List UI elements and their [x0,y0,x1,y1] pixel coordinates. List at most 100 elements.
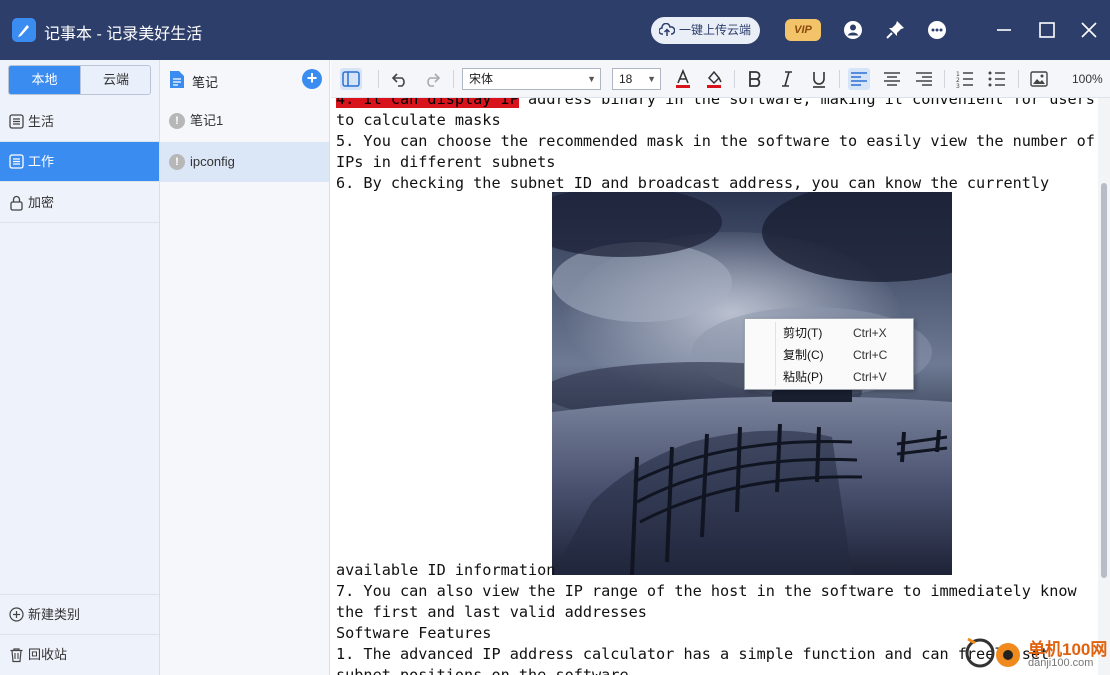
context-menu: 剪切(T) Ctrl+X 复制(C) Ctrl+C 粘贴(P) Ctrl+V [744,318,914,390]
storage-tabs: 本地 云端 [8,65,151,95]
tab-local[interactable]: 本地 [9,66,80,94]
font-size-value: 18 [619,72,633,86]
menu-item-paste[interactable]: 粘贴(P) Ctrl+V [745,366,913,388]
notes-header: 笔记 + [160,60,330,100]
menu-item-copy[interactable]: 复制(C) Ctrl+C [745,344,913,366]
text-line: 7. You can also view the IP range of the… [336,582,1077,600]
category-label: 生活 [28,114,55,129]
document-icon [170,71,184,88]
maximize-icon[interactable] [1035,18,1059,42]
watermark-logo-icon [965,637,1020,668]
category-encrypted[interactable]: 加密 [0,183,159,223]
text-line: Software Features [336,624,492,642]
category-label: 加密 [28,195,55,210]
warning-icon: ! [169,113,185,129]
list-icon [9,154,24,169]
close-icon[interactable] [1077,18,1101,42]
new-category-label: 新建类别 [28,607,81,622]
text-line: 5. You can choose the recommended mask i… [336,132,1095,150]
chevron-down-icon: ▼ [587,74,596,84]
note-content[interactable]: 4. It can display IP address binary in t… [331,98,1098,675]
watermark-url: danji100.com [1028,657,1094,669]
menu-item-cut[interactable]: 剪切(T) Ctrl+X [745,322,913,344]
text-line: 4. It can display IP address binary in t… [336,98,1095,108]
notes-header-title: 笔记 [192,75,219,90]
menu-item-label: 剪切(T) [783,326,823,340]
highlighted-text: 4. It can display IP [336,98,519,108]
category-label: 工作 [28,154,55,169]
category-work[interactable]: 工作 [0,142,159,182]
lock-icon [10,195,23,211]
menu-item-shortcut: Ctrl+V [853,370,887,384]
insert-image-icon[interactable] [1028,68,1050,90]
toolbar-divider [839,70,840,88]
user-icon[interactable] [842,19,864,41]
add-note-button[interactable]: + [302,69,322,89]
font-family-select[interactable]: 宋体 ▼ [462,68,601,90]
minimize-icon[interactable] [992,18,1016,42]
more-icon[interactable] [926,19,948,41]
italic-icon[interactable] [776,68,798,90]
title-bar: 记事本 - 记录美好生活 一键上传云端 VIP [0,0,1110,60]
editor-panel: 宋体 ▼ 18 ▼ 123 100% 4. It can display IP … [331,60,1110,675]
category-life[interactable]: 生活 [0,102,159,142]
list-icon [9,114,24,129]
text-line: subnet positions on the software [336,666,629,675]
toolbar-divider [944,70,945,88]
new-category-button[interactable]: 新建类别 [0,594,159,634]
warning-icon: ! [169,154,185,170]
recycle-bin-button[interactable]: 回收站 [0,634,159,674]
numbered-list-icon[interactable]: 123 [954,68,976,90]
menu-item-shortcut: Ctrl+X [853,326,887,340]
upload-cloud-button[interactable]: 一键上传云端 [651,17,760,44]
scrollbar-thumb[interactable] [1101,183,1107,578]
highlight-color-icon[interactable] [703,68,725,90]
svg-text:3: 3 [956,83,960,90]
app-logo-icon [12,18,36,42]
text-line: to calculate masks [336,111,501,129]
chevron-down-icon: ▼ [647,74,656,84]
upload-label: 一键上传云端 [679,23,752,37]
note-item[interactable]: ! ipconfig [160,142,329,182]
format-toolbar: 宋体 ▼ 18 ▼ 123 100% [331,60,1110,98]
note-title: 笔记1 [190,113,224,128]
text-line: 1. The advanced IP address calculator ha… [336,645,1050,663]
bold-icon[interactable] [744,68,766,90]
toolbar-divider [1018,70,1019,88]
cloud-upload-icon [659,23,675,36]
toolbar-divider [453,70,454,88]
text-fragment: address binary in the software, making i… [528,98,1095,108]
underline-icon[interactable] [808,68,830,90]
vip-badge[interactable]: VIP [785,19,821,41]
note-item[interactable]: ! 笔记1 [160,101,329,141]
text-line: available ID information [336,561,556,579]
redo-icon[interactable] [421,68,443,90]
align-right-icon[interactable] [913,68,935,90]
app-title: 记事本 - 记录美好生活 [44,26,203,43]
menu-item-label: 复制(C) [783,348,824,362]
plus-circle-icon [9,607,24,622]
pin-icon[interactable] [884,19,906,41]
recycle-bin-label: 回收站 [28,647,68,662]
align-left-icon[interactable] [848,68,870,90]
align-center-icon[interactable] [881,68,903,90]
text-line: IPs in different subnets [336,153,556,171]
toolbar-divider [734,70,735,88]
bullet-list-icon[interactable] [986,68,1008,90]
text-line: 6. By checking the subnet ID and broadca… [336,174,1050,192]
note-title: ipconfig [190,154,235,169]
toolbar-divider [378,70,379,88]
font-color-icon[interactable] [672,68,694,90]
vertical-scrollbar[interactable] [1098,98,1110,675]
site-watermark: 单机100网 danji100.com [960,633,1110,675]
font-size-select[interactable]: 18 ▼ [612,68,661,90]
tab-cloud[interactable]: 云端 [80,66,150,94]
menu-item-label: 粘贴(P) [783,370,823,384]
trash-icon [10,648,23,663]
category-sidebar: 本地 云端 生活 工作 加密 新建类别 回收站 [0,60,160,675]
font-family-value: 宋体 [469,72,494,86]
text-line: the first and last valid addresses [336,603,647,621]
sidebar-toggle-icon[interactable] [340,68,362,90]
zoom-level[interactable]: 100% [1072,72,1103,86]
undo-icon[interactable] [389,68,411,90]
